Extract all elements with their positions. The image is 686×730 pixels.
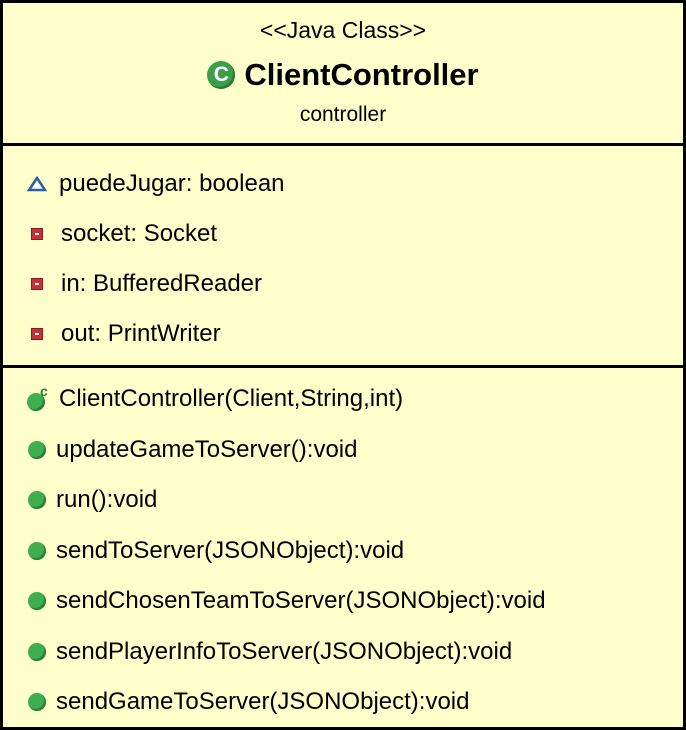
public-visibility-icon bbox=[28, 541, 46, 560]
attribute-label: socket: Socket bbox=[61, 220, 218, 247]
public-visibility-icon bbox=[28, 491, 46, 510]
operation-row[interactable]: sendChosenTeamToServer(JSONObject):void bbox=[3, 576, 683, 627]
attribute-row[interactable]: out: PrintWriter bbox=[3, 309, 683, 359]
attribute-label: puedeJugar: boolean bbox=[59, 170, 285, 197]
stereotype-label: <<Java Class>> bbox=[259, 17, 427, 43]
public-visibility-icon bbox=[28, 440, 46, 459]
operation-label: run():void bbox=[56, 486, 158, 514]
operation-row[interactable]: c ClientController(Client,String,int) bbox=[3, 374, 683, 425]
constructor-icon: c bbox=[27, 383, 53, 412]
operation-row[interactable]: sendToServer(JSONObject):void bbox=[3, 526, 683, 577]
operation-label: sendGameToServer(JSONObject):void bbox=[56, 688, 470, 716]
operation-label: ClientController(Client,String,int) bbox=[59, 385, 404, 413]
operation-row[interactable]: updateGameToServer():void bbox=[3, 425, 683, 476]
package-name: controller bbox=[299, 103, 387, 126]
attributes-compartment: puedeJugar: boolean socket: Socket in: B… bbox=[3, 146, 683, 368]
operations-compartment: c ClientController(Client,String,int) up… bbox=[3, 368, 683, 728]
class-header: <<Java Class>> C ClientController contro… bbox=[3, 3, 683, 146]
operation-row[interactable]: sendPlayerInfoToServer(JSONObject):void bbox=[3, 627, 683, 678]
operation-label: sendToServer(JSONObject):void bbox=[56, 536, 405, 564]
attribute-row[interactable]: socket: Socket bbox=[3, 209, 683, 259]
class-name: ClientController bbox=[244, 57, 479, 92]
public-visibility-icon bbox=[28, 693, 46, 712]
attribute-label: in: BufferedReader bbox=[61, 270, 263, 297]
uml-class-box[interactable]: <<Java Class>> C ClientController contro… bbox=[0, 0, 686, 730]
private-visibility-icon bbox=[31, 228, 43, 240]
public-visibility-icon bbox=[28, 592, 46, 611]
operation-label: sendChosenTeamToServer(JSONObject):void bbox=[56, 587, 546, 615]
class-name-row: C ClientController bbox=[3, 57, 683, 93]
operation-row[interactable]: sendGameToServer(JSONObject):void bbox=[3, 677, 683, 728]
attribute-row[interactable]: puedeJugar: boolean bbox=[3, 159, 683, 209]
operation-label: updateGameToServer():void bbox=[56, 435, 358, 463]
public-visibility-icon bbox=[28, 642, 46, 661]
class-icon: C bbox=[207, 61, 236, 89]
private-visibility-icon bbox=[31, 328, 43, 340]
operation-row[interactable]: run():void bbox=[3, 475, 683, 526]
attribute-row[interactable]: in: BufferedReader bbox=[3, 259, 683, 309]
package-visibility-icon bbox=[27, 176, 47, 192]
operation-label: sendPlayerInfoToServer(JSONObject):void bbox=[56, 637, 513, 665]
private-visibility-icon bbox=[31, 278, 43, 290]
attribute-label: out: PrintWriter bbox=[61, 320, 221, 347]
